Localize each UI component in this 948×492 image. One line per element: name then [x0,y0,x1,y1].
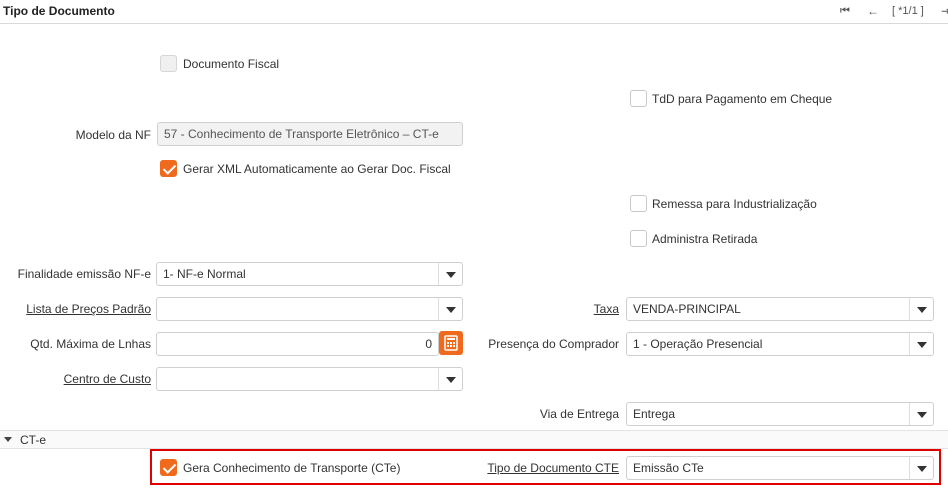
administra-retirada-label: Administra Retirada [652,232,758,246]
finalidade-emissao-label: Finalidade emissão NF-e [17,267,151,281]
taxa-select[interactable]: VENDA-PRINCIPAL [626,297,934,321]
gerar-xml-label: Gerar XML Automaticamente ao Gerar Doc. … [183,162,451,176]
presenca-comprador-select[interactable]: 1 - Operação Presencial [626,332,934,356]
qtd-maxima-linhas-input[interactable]: 0 [156,332,439,356]
taxa-link[interactable]: Taxa [594,301,619,317]
presenca-comprador-value: 1 - Operação Presencial [633,337,763,351]
chevron-down-icon[interactable] [438,263,462,285]
tdd-pagamento-cheque-checkbox[interactable] [630,90,647,107]
via-entrega-label: Via de Entrega [539,407,619,421]
window-header: Tipo de Documento ⏮ ← [ *1/1 ] ⇥ [0,0,948,24]
qtd-maxima-linhas-label: Qtd. Máxima de Lnhas [30,337,151,351]
tipo-documento-cte-select[interactable]: Emissão CTe [626,456,934,480]
calculator-button[interactable] [439,331,463,355]
finalidade-emissao-value: 1- NF-e Normal [163,267,246,281]
lista-precos-padrao-select[interactable] [156,297,463,321]
chevron-down-icon[interactable] [438,298,462,320]
gerar-xml-checkbox[interactable] [160,160,177,177]
modelo-nf-label: Modelo da NF [75,128,151,142]
remessa-industrializacao-label: Remessa para Industrialização [652,197,817,211]
via-entrega-select[interactable]: Entrega [626,402,934,426]
via-entrega-value: Entrega [633,407,676,421]
tdd-pagamento-cheque-label: TdD para Pagamento em Cheque [652,92,833,106]
centro-custo-link[interactable]: Centro de Custo [64,371,151,387]
lista-precos-padrao-link[interactable]: Lista de Preços Padrão [26,301,151,317]
page-title: Tipo de Documento [3,4,115,18]
administra-retirada-checkbox[interactable] [630,230,647,247]
chevron-down-icon[interactable] [909,298,933,320]
centro-custo-select[interactable] [156,367,463,391]
chevron-down-icon[interactable] [909,457,933,479]
presenca-comprador-label: Presença do Comprador [488,337,619,351]
remessa-industrializacao-checkbox[interactable] [630,195,647,212]
chevron-down-icon[interactable] [909,333,933,355]
documento-fiscal-checkbox[interactable] [160,55,177,72]
prev-record-icon[interactable]: ← [866,3,880,19]
tipo-documento-cte-link[interactable]: Tipo de Documento CTE [487,460,619,476]
record-counter: [ *1/1 ] [892,5,924,17]
finalidade-emissao-select[interactable]: 1- NF-e Normal [156,262,463,286]
cte-section-title: CT-e [20,433,47,447]
modelo-nf-field: 57 - Conhecimento de Transporte Eletrôni… [157,122,463,146]
documento-fiscal-label: Documento Fiscal [183,57,280,71]
chevron-down-icon[interactable] [909,403,933,425]
gera-cte-label: Gera Conhecimento de Transporte (CTe) [183,461,401,475]
collapse-triangle-icon[interactable] [4,437,12,442]
tipo-documento-cte-value: Emissão CTe [633,461,704,475]
cte-section-header[interactable]: CT-e [0,430,948,449]
first-record-icon[interactable]: ⏮ [838,3,852,19]
calculator-icon [444,335,458,351]
next-record-icon[interactable]: ⇥ [941,3,948,19]
taxa-value: VENDA-PRINCIPAL [633,302,741,316]
gera-cte-checkbox[interactable] [160,459,177,476]
chevron-down-icon[interactable] [438,368,462,390]
